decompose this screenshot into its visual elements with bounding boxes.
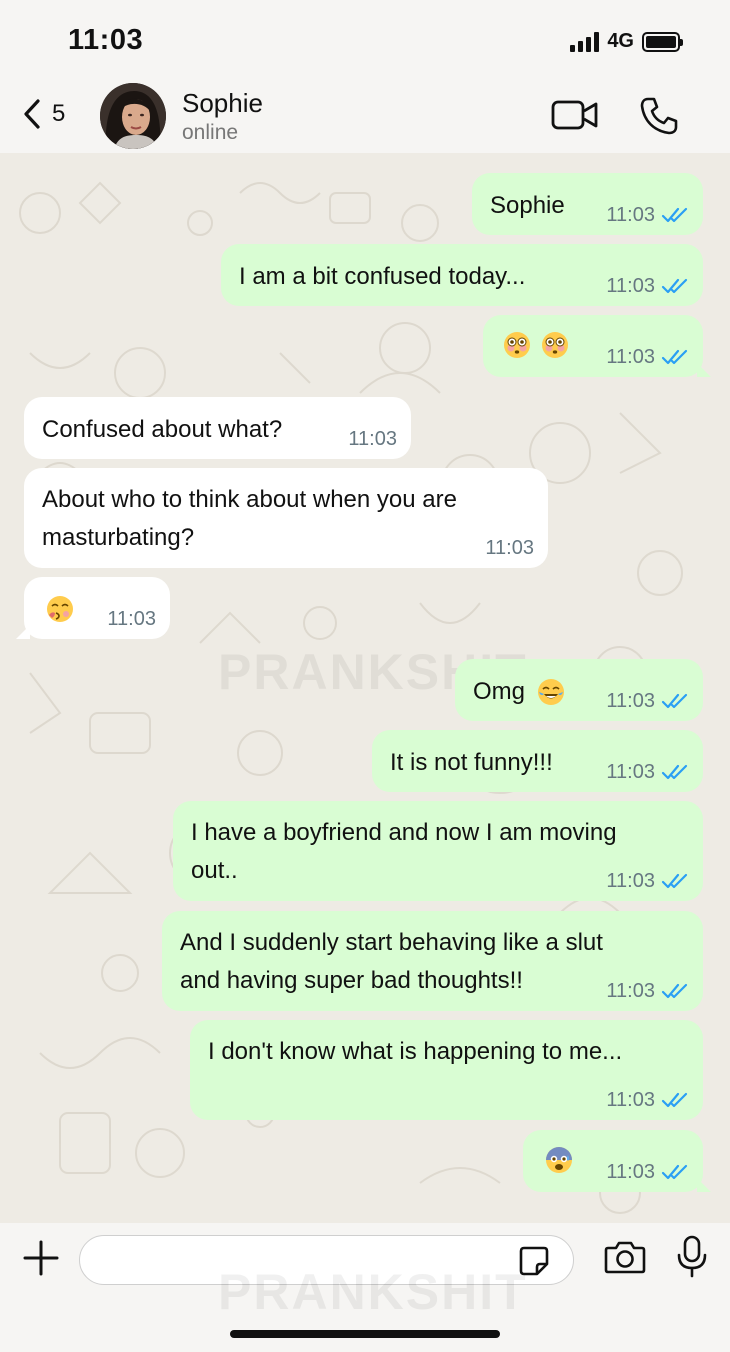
message-bubble-incoming[interactable]: About who to think about when you are ma…: [24, 468, 548, 568]
battery-icon: [642, 31, 683, 52]
input-bar: PRANKSHIT: [0, 1223, 730, 1352]
chat-screen: 11:03 4G 5 Sophie online PRANKSHIT Sophi…: [0, 0, 730, 1352]
message-meta: 11:03: [606, 1088, 689, 1112]
unread-count: 5: [52, 100, 66, 127]
contact-name[interactable]: Sophie: [182, 88, 263, 119]
message-meta: 11:03: [606, 689, 689, 713]
message-time: 11:03: [606, 346, 655, 368]
message-bubble-outgoing[interactable]: It is not funny!!! 11:03: [372, 730, 703, 792]
message-text-line: I have a boyfriend and now I am moving: [191, 819, 617, 846]
flushed-face-icon: [542, 332, 568, 358]
message-bubble-incoming[interactable]: Confused about what? 11:03: [24, 397, 411, 459]
chat-area[interactable]: PRANKSHIT PRANKSHIT Sophie 11:03 I am a …: [0, 153, 730, 1223]
double-check-read-icon: [661, 873, 688, 889]
message-meta: 11:03: [606, 1160, 689, 1184]
message-bubble-outgoing[interactable]: I am a bit confused today... 11:03: [221, 244, 703, 306]
double-check-read-icon: [661, 983, 688, 999]
video-call-button[interactable]: [551, 98, 599, 137]
video-camera-icon: [551, 100, 598, 130]
message-meta: 11:03: [606, 760, 689, 784]
phone-icon: [640, 97, 678, 135]
message-bubble-outgoing[interactable]: And I suddenly start behaving like a slu…: [162, 911, 703, 1011]
message-time: 11:03: [606, 870, 655, 892]
message-bubble-outgoing[interactable]: 11:03: [523, 1130, 711, 1192]
message-time: 11:03: [348, 428, 397, 450]
plus-icon: [23, 1240, 59, 1276]
message-meta: 11:03: [606, 203, 689, 227]
message-text: I am a bit confused today...: [239, 263, 526, 290]
face-with-tears-of-joy-icon: [538, 679, 565, 705]
chat-header: 5 Sophie online: [0, 80, 730, 153]
message-bubble-outgoing[interactable]: 11:03: [483, 315, 711, 377]
message-meta: 11:03: [606, 345, 689, 369]
message-emojis: [503, 331, 569, 359]
camera-button[interactable]: [604, 1239, 646, 1280]
message-bubble-outgoing[interactable]: I have a boyfriend and now I am moving o…: [173, 801, 703, 901]
message-time: 11:03: [606, 1161, 655, 1183]
status-indicators: 4G: [570, 30, 683, 53]
signal-icon: [570, 31, 600, 52]
double-check-read-icon: [661, 693, 688, 709]
message-time: 11:03: [606, 690, 655, 712]
microphone-icon: [677, 1235, 707, 1278]
status-bar: 11:03 4G: [0, 0, 730, 80]
flushed-face-icon: [504, 332, 530, 358]
message-text: Omg: [473, 678, 526, 705]
message-bubble-outgoing[interactable]: Sophie 11:03: [472, 173, 703, 235]
message-meta: 11:03: [348, 427, 397, 451]
message-time: 11:03: [606, 204, 655, 226]
bubble-tail: [16, 625, 30, 639]
avatar-photo: [100, 83, 166, 149]
message-content: Omg: [473, 673, 565, 711]
network-label: 4G: [607, 30, 634, 52]
message-bubble-outgoing[interactable]: Omg 11:03: [455, 659, 703, 721]
message-text: I don't know what is happening to me...: [208, 1038, 623, 1065]
message-text: It is not funny!!!: [390, 749, 553, 776]
contact-status: online: [182, 121, 239, 144]
double-check-read-icon: [661, 278, 688, 294]
message-time: 11:03: [606, 275, 655, 297]
camera-icon: [604, 1241, 646, 1274]
message-meta: 11:03: [606, 869, 689, 893]
watermark-bottom: PRANKSHIT: [218, 1264, 528, 1320]
message-bubble-incoming[interactable]: 11:03: [16, 577, 170, 639]
bubble-tail: [697, 1178, 711, 1192]
message-meta: 11:03: [606, 979, 689, 1003]
double-check-read-icon: [661, 764, 688, 780]
anxious-face-icon: [546, 1147, 572, 1173]
bubble-tail: [697, 363, 711, 377]
message-text-line: About who to think about when you are: [42, 486, 457, 513]
message-text-line: out..: [191, 857, 238, 884]
double-check-read-icon: [661, 1164, 688, 1180]
message-text-line: And I suddenly start behaving like a slu…: [180, 929, 603, 956]
message-bubble-outgoing[interactable]: I don't know what is happening to me... …: [190, 1020, 703, 1120]
double-check-read-icon: [661, 207, 688, 223]
message-time: 11:03: [606, 980, 655, 1002]
message-text-line: and having super bad thoughts!!: [180, 967, 523, 994]
double-check-read-icon: [661, 1092, 688, 1108]
face-blowing-kiss-icon: [47, 596, 73, 622]
voice-call-button[interactable]: [639, 96, 679, 141]
back-button[interactable]: 5: [22, 90, 65, 138]
message-meta: 11:03: [485, 536, 534, 560]
chevron-left-icon: [24, 99, 40, 129]
message-text: Confused about what?: [42, 416, 283, 443]
avatar[interactable]: [100, 83, 166, 149]
message-time: 11:03: [606, 761, 655, 783]
status-time: 11:03: [68, 24, 144, 56]
message-time: 11:03: [107, 608, 156, 630]
message-text-line: masturbating?: [42, 524, 195, 551]
home-indicator[interactable]: [230, 1330, 500, 1338]
microphone-button[interactable]: [676, 1235, 708, 1284]
message-text: Sophie: [490, 192, 565, 219]
double-check-read-icon: [661, 349, 688, 365]
message-meta: 11:03: [107, 607, 156, 631]
attach-button[interactable]: [22, 1239, 60, 1282]
battery-level: [646, 35, 676, 48]
message-meta: 11:03: [606, 274, 689, 298]
message-time: 11:03: [606, 1089, 655, 1111]
message-time: 11:03: [485, 537, 534, 559]
